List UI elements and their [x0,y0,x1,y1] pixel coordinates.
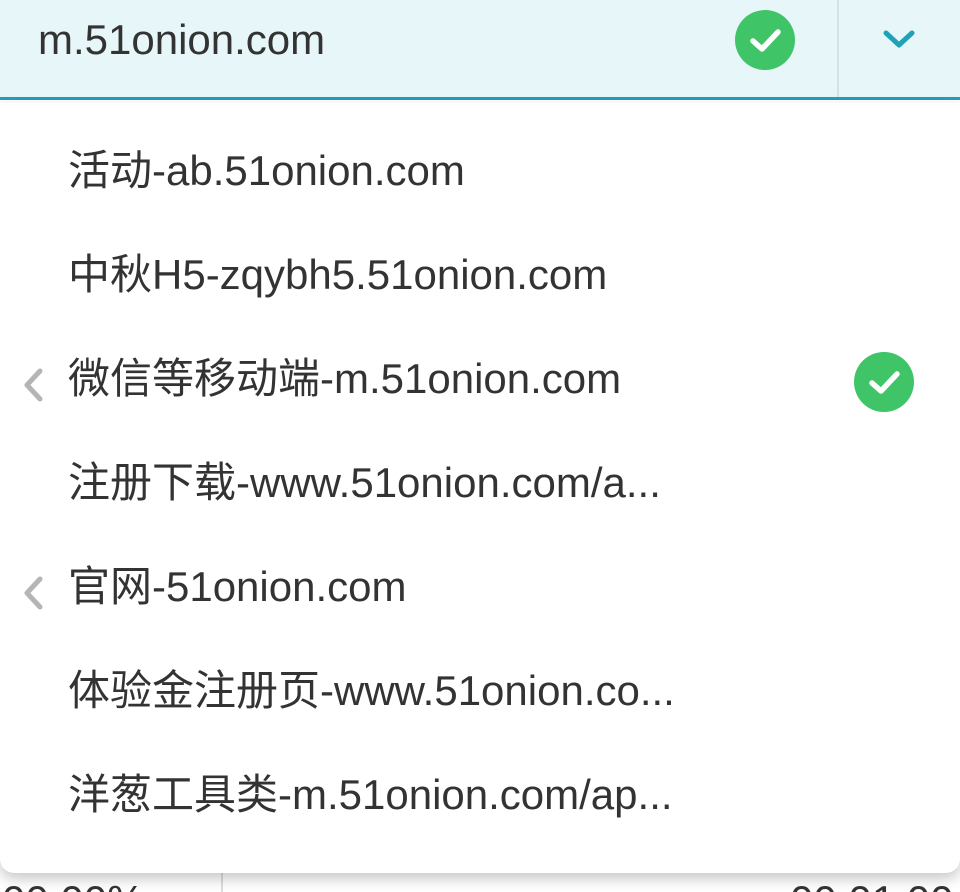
dropdown-option[interactable]: 体验金注册页-www.51onion.co... [0,642,960,746]
dropdown-option[interactable]: 官网-51onion.com [0,538,960,642]
background-duration: 00:01:00 [790,880,954,892]
dropdown-toggle-button[interactable] [839,0,960,97]
option-label: 注册下载-www.51onion.com/a... [68,459,661,506]
dropdown-option[interactable]: 活动-ab.51onion.com [0,122,960,226]
dropdown-option-selected[interactable]: 微信等移动端-m.51onion.com [0,330,960,434]
option-label: 中秋H5-zqybh5.51onion.com [68,251,608,298]
dropdown-option[interactable]: 注册下载-www.51onion.com/a... [0,434,960,538]
option-label: 微信等移动端-m.51onion.com [68,355,622,402]
check-circle-icon [854,352,914,412]
chevron-left-icon [24,368,43,402]
dropdown-option[interactable]: 中秋H5-zqybh5.51onion.com [0,226,960,330]
option-label: 活动-ab.51onion.com [68,147,465,194]
chevron-down-icon [883,30,915,48]
background-percentage: 00.00% [2,880,144,892]
chevron-left-icon [24,576,43,610]
select-value: m.51onion.com [38,16,326,63]
option-label: 体验金注册页-www.51onion.co... [68,667,675,714]
check-circle-icon [735,10,795,70]
option-label: 官网-51onion.com [68,563,407,610]
domain-select[interactable]: m.51onion.com [0,0,960,100]
option-label: 洋葱工具类-m.51onion.com/ap... [68,771,673,818]
dropdown-menu[interactable]: 活动-ab.51onion.com 中秋H5-zqybh5.51onion.co… [0,103,960,873]
dropdown-option[interactable]: 洋葱工具类-m.51onion.com/ap... [0,746,960,850]
page: m.51onion.com 活动-ab.51onion.com 中秋H5-zqy… [0,0,960,892]
